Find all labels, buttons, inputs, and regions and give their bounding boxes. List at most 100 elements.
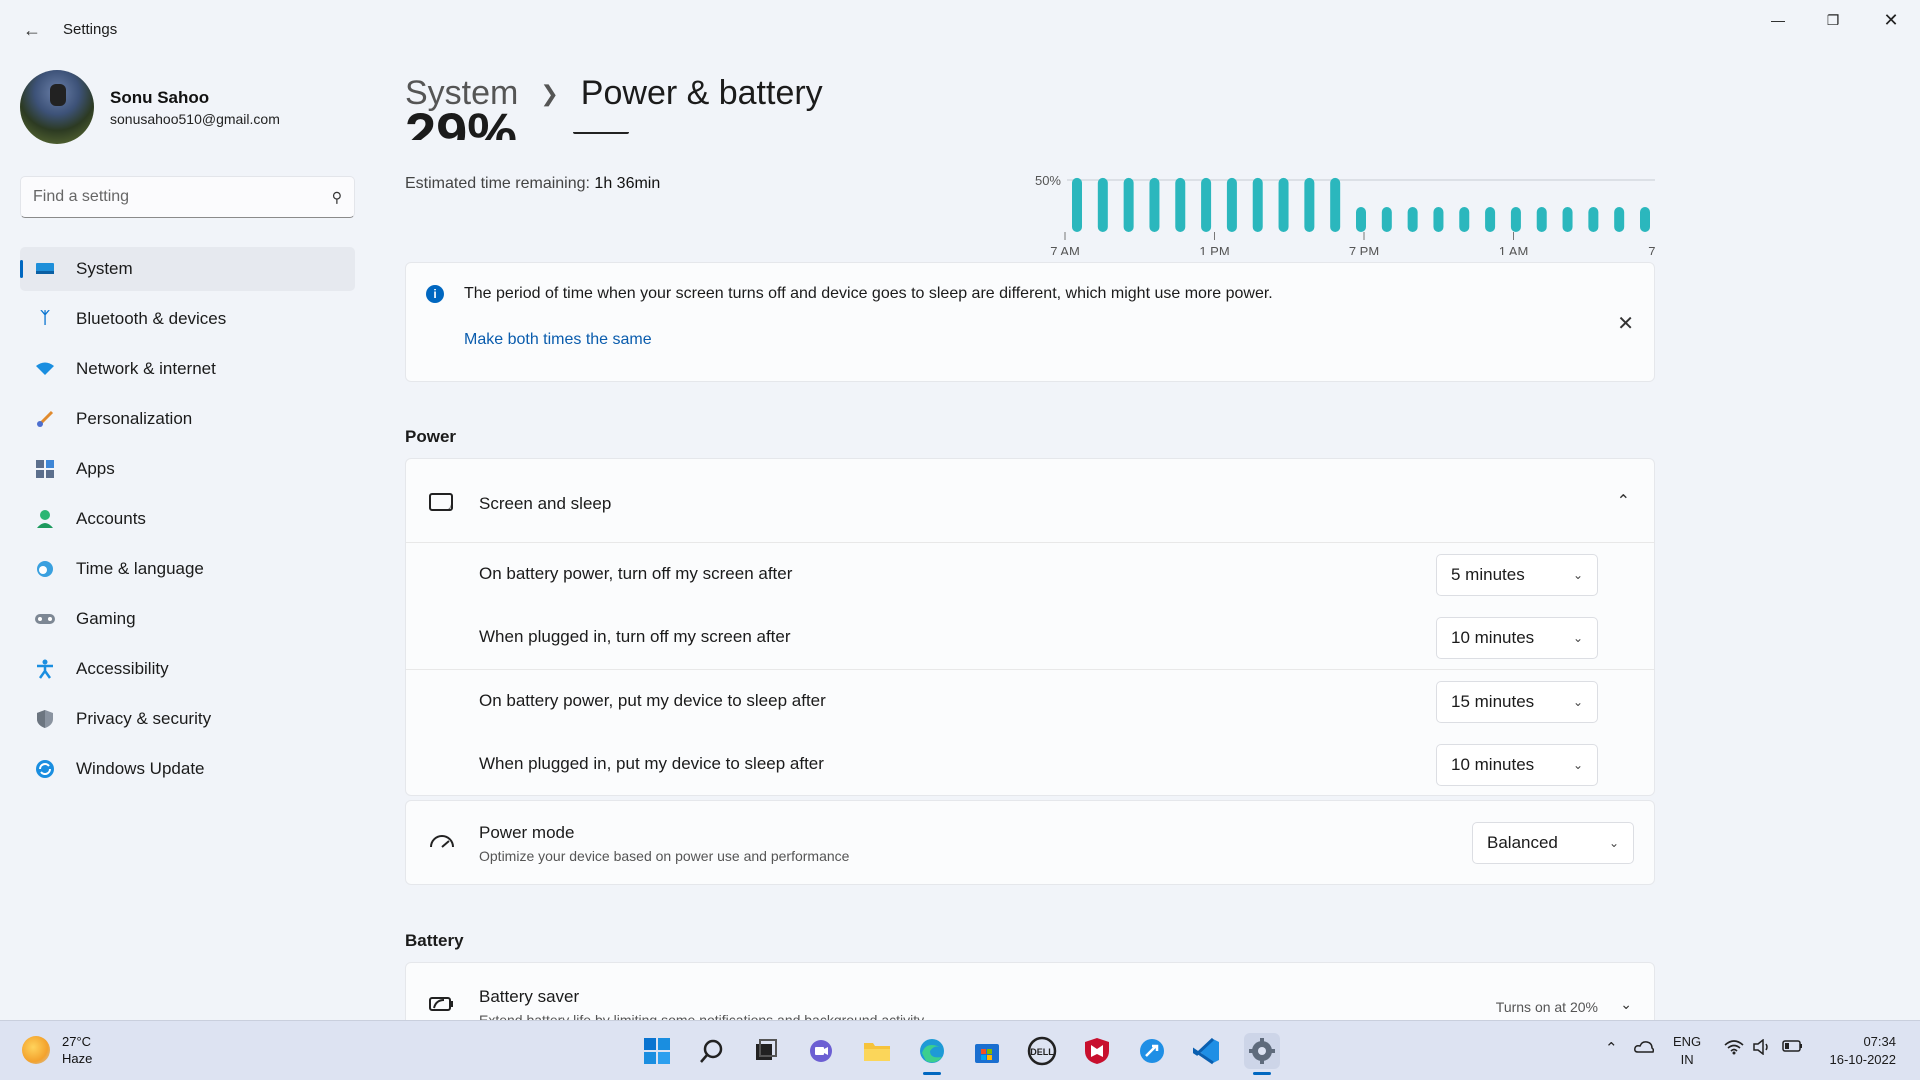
dropdown-value: 10 minutes	[1451, 755, 1535, 774]
chart-bar	[1330, 177, 1341, 232]
screen-off-battery-dropdown[interactable]: 5 minutes ⌄	[1436, 554, 1598, 596]
mcafee-icon[interactable]	[1079, 1033, 1115, 1069]
account-icon	[34, 508, 56, 530]
minimize-button[interactable]: —	[1758, 8, 1798, 32]
sleep-plugged-dropdown[interactable]: 10 minutes ⌄	[1436, 744, 1598, 786]
make-times-same-link[interactable]: Make both times the same	[464, 331, 652, 349]
vscode-icon[interactable]	[1189, 1033, 1225, 1069]
power-mode-dropdown[interactable]: Balanced ⌄	[1472, 822, 1634, 864]
sleep-battery-dropdown[interactable]: 15 minutes ⌄	[1436, 681, 1598, 723]
chevron-down-icon: ⌄	[1572, 631, 1583, 645]
close-icon[interactable]: ✕	[1617, 311, 1634, 336]
chart-bar	[1381, 207, 1392, 232]
chevron-down-icon[interactable]: ⌄	[1620, 996, 1632, 1013]
app-icon[interactable]	[1134, 1033, 1170, 1069]
battery-usage-chart[interactable]: 50% 7 AM 1 PM 7 PM 1 AM 7 AM	[1025, 135, 1655, 255]
profile-email: sonusahoo510@gmail.com	[110, 110, 280, 127]
sidebar-item-network[interactable]: Network & internet	[20, 347, 355, 391]
sidebar-item-label: Apps	[76, 459, 115, 478]
chart-bar	[1097, 177, 1108, 232]
chart-x-tick-label: 7 PM	[1349, 244, 1379, 255]
brush-icon	[34, 408, 56, 430]
sidebar-item-label: Windows Update	[76, 759, 205, 778]
volume-icon[interactable]	[1752, 1038, 1772, 1059]
update-icon	[34, 758, 56, 780]
restore-button[interactable]: ❐	[1813, 8, 1853, 32]
search-input[interactable]	[33, 188, 313, 206]
battery-saver-card[interactable]: Battery saver Extend battery life by lim…	[405, 962, 1655, 1020]
chart-bar	[1123, 177, 1134, 232]
chevron-up-icon[interactable]: ⌃	[1617, 491, 1630, 511]
screen-sleep-title: Screen and sleep	[479, 494, 612, 513]
sidebar-item-label: Accessibility	[76, 659, 169, 678]
chat-icon[interactable]	[803, 1033, 839, 1069]
sidebar-item-accessibility[interactable]: Accessibility	[20, 647, 355, 691]
bluetooth-icon: ᛉ	[40, 310, 50, 327]
search-icon[interactable]: ⚲	[332, 189, 342, 206]
user-profile[interactable]: Sonu Sahoo sonusahoo510@gmail.com	[20, 70, 280, 144]
chart-bar	[1614, 207, 1625, 232]
estimated-time: Estimated time remaining: 1h 36min	[405, 175, 660, 193]
shield-icon	[34, 708, 56, 730]
store-icon[interactable]	[969, 1033, 1005, 1069]
chart-bar	[1278, 177, 1289, 232]
sidebar-item-bluetooth[interactable]: ᛉ Bluetooth & devices	[20, 297, 355, 341]
sidebar-item-label: Network & internet	[76, 359, 216, 378]
screen-sleep-header[interactable]: Screen and sleep ⌃	[406, 459, 1654, 543]
power-mode-subtitle: Optimize your device based on power use …	[479, 848, 850, 864]
sidebar-item-personalization[interactable]: Personalization	[20, 397, 355, 441]
search-icon[interactable]	[694, 1033, 730, 1069]
chart-bar	[1201, 177, 1212, 232]
sidebar-item-apps[interactable]: Apps	[20, 447, 355, 491]
system-icon	[34, 258, 56, 280]
chevron-up-icon[interactable]: ⌃	[1605, 1039, 1618, 1057]
setting-row-label: On battery power, turn off my screen aft…	[479, 564, 793, 583]
wifi-icon[interactable]	[1724, 1039, 1744, 1059]
setting-row-label: On battery power, put my device to sleep…	[479, 691, 826, 710]
sidebar-item-system[interactable]: System	[20, 247, 355, 291]
sidebar-nav: System ᛉ Bluetooth & devices Network & i…	[20, 247, 355, 797]
clock-globe-icon	[34, 558, 56, 580]
chart-bar	[1175, 177, 1186, 232]
chart-bar	[1356, 207, 1366, 232]
sidebar-item-time-language[interactable]: Time & language	[20, 547, 355, 591]
sidebar-item-label: Personalization	[76, 409, 193, 428]
main-content: System ❯ Power & battery 29% Estimated t…	[405, 60, 1655, 1020]
chart-bar	[1510, 207, 1521, 232]
language-indicator[interactable]: ENG IN	[1673, 1033, 1701, 1069]
settings-icon[interactable]	[1244, 1033, 1280, 1075]
onedrive-icon[interactable]	[1634, 1039, 1655, 1057]
chart-bar	[1459, 207, 1470, 232]
dell-icon[interactable]: DELL	[1024, 1033, 1060, 1069]
chart-bar	[1433, 207, 1444, 232]
sidebar-item-label: Accounts	[76, 509, 146, 528]
back-arrow-icon[interactable]: ←	[20, 18, 44, 42]
sidebar-item-gaming[interactable]: Gaming	[20, 597, 355, 641]
close-button[interactable]: ✕	[1871, 8, 1911, 32]
chevron-down-icon: ⌄	[1572, 758, 1583, 772]
battery-status-icon[interactable]	[1782, 1039, 1804, 1057]
battery-saver-subtitle: Extend battery life by limiting some not…	[479, 1012, 925, 1020]
sidebar-item-accounts[interactable]: Accounts	[20, 497, 355, 541]
estimated-time-value: 1h 36min	[594, 175, 661, 192]
sidebar-item-windows-update[interactable]: Windows Update	[20, 747, 355, 791]
clock-time: 07:34	[1863, 1034, 1896, 1049]
sidebar-item-label: Bluetooth & devices	[76, 309, 227, 328]
clock[interactable]: 07:34 16-10-2022	[1830, 1033, 1897, 1069]
chart-bar	[1226, 177, 1237, 232]
chart-x-tick-label: 1 AM	[1499, 244, 1529, 255]
weather-icon	[22, 1036, 50, 1064]
search-box[interactable]: ⚲	[20, 176, 355, 218]
screen-off-plugged-dropdown[interactable]: 10 minutes ⌄	[1436, 617, 1598, 659]
sidebar-item-label: Gaming	[76, 609, 136, 628]
breadcrumb-parent[interactable]: System	[405, 74, 518, 113]
edge-icon[interactable]	[914, 1033, 950, 1075]
sidebar-item-privacy-security[interactable]: Privacy & security	[20, 697, 355, 741]
breadcrumb-chevron-icon: ❯	[540, 80, 559, 106]
sidebar: Sonu Sahoo sonusahoo510@gmail.com ⚲ Syst…	[0, 60, 370, 1020]
screen-sleep-card: Screen and sleep ⌃ On battery power, tur…	[405, 458, 1655, 796]
start-icon[interactable]	[639, 1033, 675, 1069]
task-view-icon[interactable]	[748, 1033, 784, 1069]
weather-widget[interactable]: 27°C Haze	[22, 1033, 92, 1067]
file-explorer-icon[interactable]	[859, 1033, 895, 1069]
